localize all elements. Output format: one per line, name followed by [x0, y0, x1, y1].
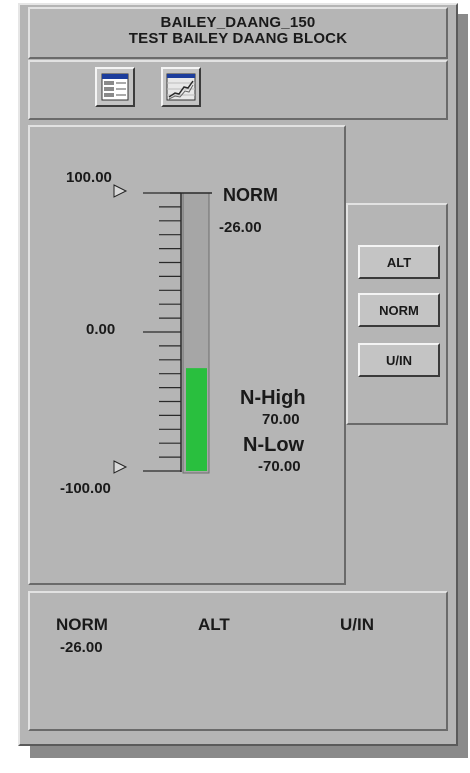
detail-button[interactable]	[95, 67, 135, 107]
footer-uin-label: U/IN	[340, 615, 374, 634]
bar-fill	[186, 368, 207, 471]
scale-max-label: 100.00	[66, 169, 112, 186]
status-panel: NORM -26.00 ALT U/IN	[28, 591, 448, 731]
high-limit-label: N-High	[240, 387, 306, 409]
toolbar	[28, 60, 448, 120]
scale-min-marker-icon	[113, 460, 128, 474]
scale-max-marker-icon	[113, 184, 128, 198]
trend-button[interactable]	[161, 67, 201, 107]
high-limit-value: 70.00	[262, 411, 300, 428]
footer-norm-value: -26.00	[60, 639, 103, 656]
uin-mode-button[interactable]: U/IN	[358, 343, 440, 377]
footer-alt-label: ALT	[198, 615, 230, 634]
title-panel: BAILEY_DAANG_150 TEST BAILEY DAANG BLOCK	[28, 7, 448, 59]
mode-button-panel: ALT NORM U/IN	[346, 203, 448, 425]
trend-icon	[166, 73, 196, 101]
low-limit-label: N-Low	[243, 434, 305, 456]
scale-min-label: -100.00	[60, 480, 111, 497]
low-limit-value: -70.00	[258, 458, 301, 475]
bargraph-panel: 100.00 0.00 -100.00 NORM -26.00 N-High 7…	[28, 125, 346, 585]
footer-norm-label: NORM	[56, 615, 108, 634]
tag-description: TEST BAILEY DAANG BLOCK	[128, 30, 348, 47]
bargraph-scale	[113, 184, 212, 474]
faceplate-window: BAILEY_DAANG_150 TEST BAILEY DAANG BLOCK	[18, 3, 458, 746]
faceplate-detail-icon	[101, 73, 129, 101]
scale-mid-label: 0.00	[86, 321, 116, 338]
tag-name: BAILEY_DAANG_150	[160, 14, 316, 31]
alt-mode-button[interactable]: ALT	[358, 245, 440, 279]
mode-value: -26.00	[219, 219, 262, 236]
mode-label: NORM	[223, 185, 278, 205]
scale-ticks	[143, 192, 181, 472]
norm-mode-button[interactable]: NORM	[358, 293, 440, 327]
